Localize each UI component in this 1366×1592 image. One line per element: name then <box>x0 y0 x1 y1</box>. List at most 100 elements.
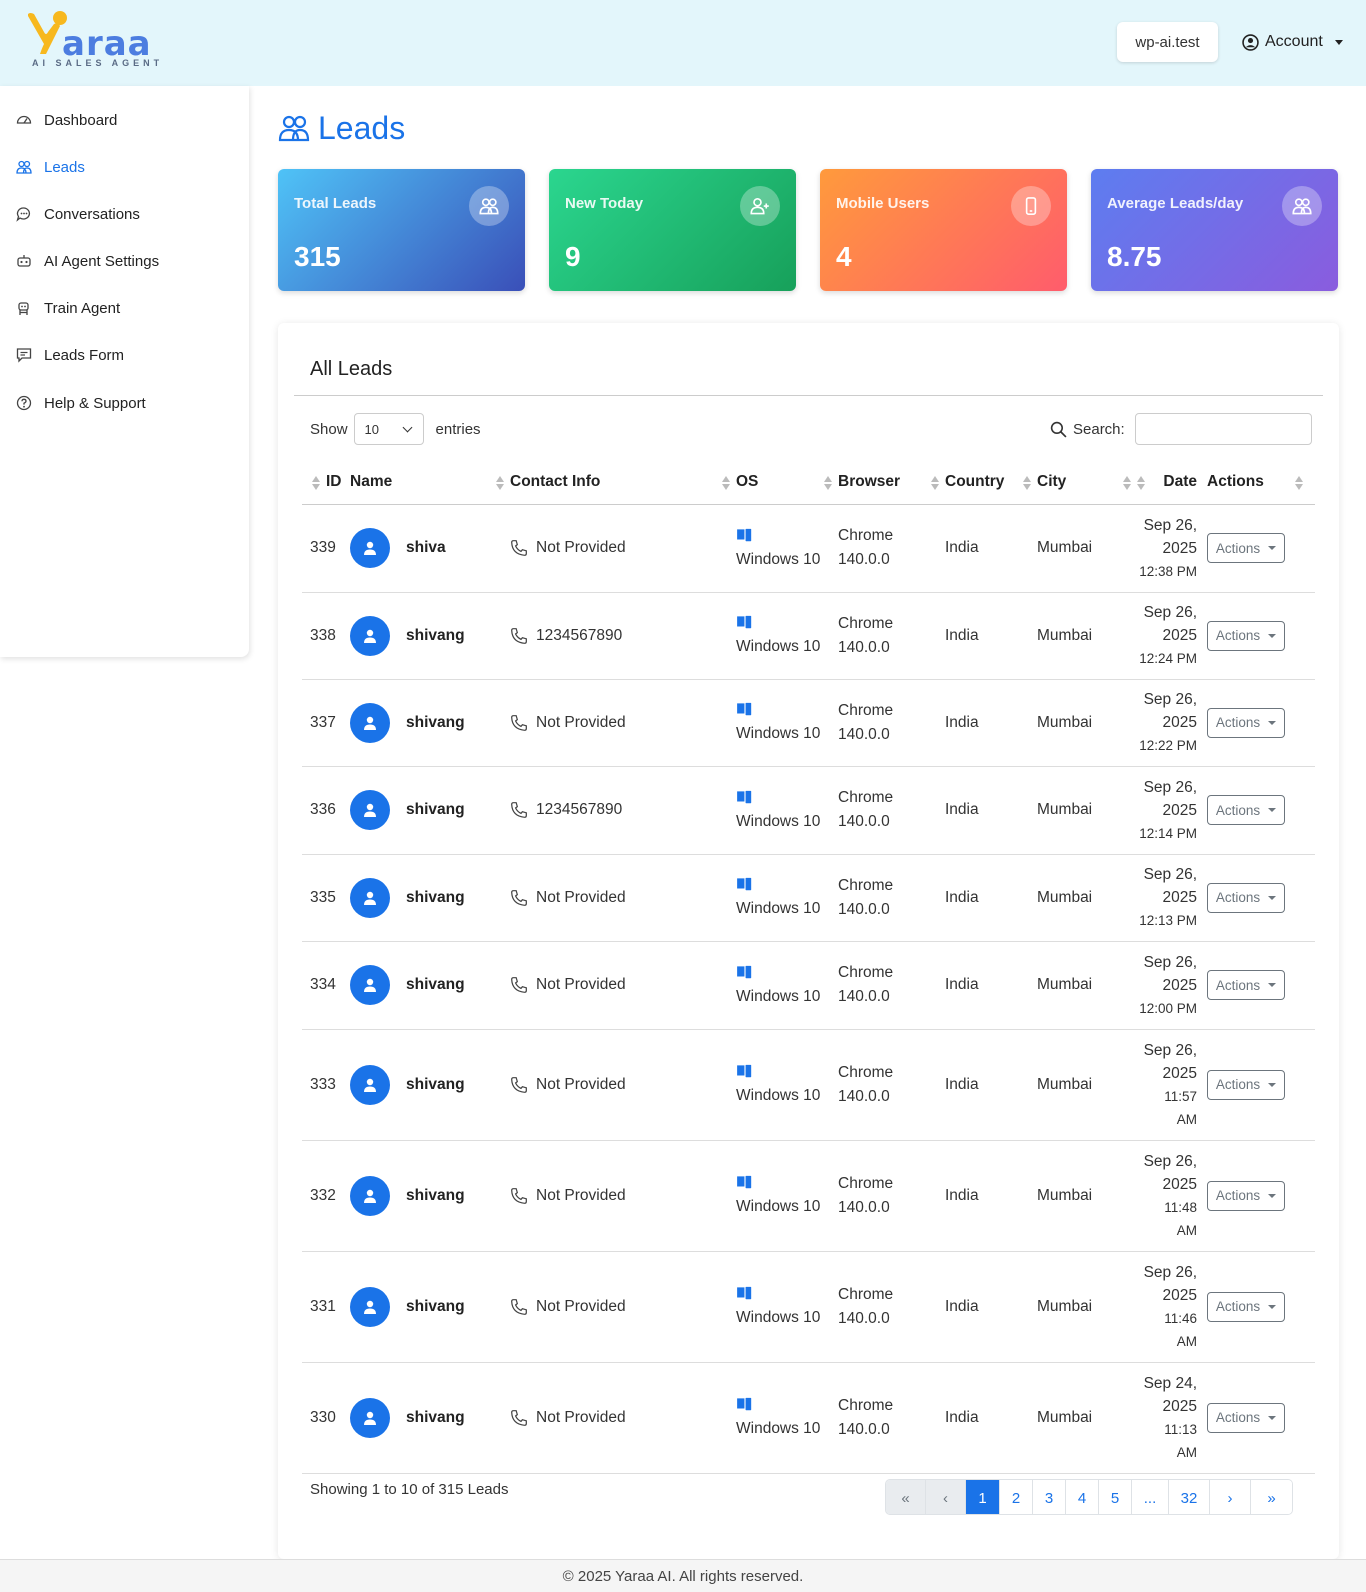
actions-dropdown-button[interactable]: Actions <box>1207 707 1285 738</box>
contact-text: Not Provided <box>536 713 626 731</box>
lead-name-text: shivang <box>406 976 465 993</box>
actions-dropdown-button[interactable]: Actions <box>1207 882 1285 913</box>
page-link[interactable]: 2 <box>1000 1480 1033 1514</box>
lead-name[interactable]: shivang <box>350 702 510 743</box>
page-link[interactable]: 1 <box>966 1480 1000 1514</box>
sidebar-item-ai-agent-settings[interactable]: AI Agent Settings <box>16 249 159 273</box>
date-day: Sep 26, <box>1143 866 1197 883</box>
column-header-browser[interactable]: Browser <box>838 460 945 505</box>
actions-label: Actions <box>1215 802 1261 818</box>
device-icon <box>737 789 753 804</box>
actions-dropdown-button[interactable]: Actions <box>1207 1069 1285 1100</box>
cell-date: Sep 26, 2025 12:00 PM <box>1137 941 1207 1030</box>
cell-country: India <box>945 504 1037 593</box>
contact-info: 1234567890 <box>510 627 736 645</box>
page-link[interactable]: 4 <box>1066 1480 1099 1514</box>
contact-info: Not Provided <box>510 1409 736 1427</box>
sidebar-item-train-agent[interactable]: Train Agent <box>16 296 120 320</box>
page-link[interactable]: 3 <box>1033 1480 1066 1514</box>
sidebar-item-label: Help & Support <box>44 394 146 412</box>
page-link[interactable]: 32 <box>1169 1480 1210 1514</box>
column-header-date[interactable]: Date <box>1137 460 1207 505</box>
lead-name[interactable]: shiva <box>350 528 510 568</box>
brand-logo[interactable]: araa AI SALES AGENT <box>26 10 159 70</box>
column-header-country[interactable]: Country <box>945 460 1037 505</box>
browser-text: Chrome <box>838 701 894 719</box>
date-day: Sep 26, <box>1143 778 1197 796</box>
help-icon <box>16 395 32 411</box>
cell-date: Sep 24, 2025 11:13 AM <box>1137 1362 1207 1474</box>
actions-dropdown-button[interactable]: Actions <box>1207 1180 1285 1211</box>
os-text: Windows 10 <box>736 812 821 830</box>
date-year: 2025 <box>1162 1286 1197 1304</box>
lead-name[interactable]: shivang <box>350 1286 510 1327</box>
lead-name[interactable]: shivang <box>350 877 510 918</box>
date-time: 11:13 <box>1164 1421 1197 1437</box>
sidebar-item-leads-form[interactable]: Leads Form <box>16 343 124 367</box>
lead-name[interactable]: shivang <box>350 790 510 830</box>
date-ampm: AM <box>1176 1222 1197 1238</box>
sidebar-item-dashboard[interactable]: Dashboard <box>16 108 117 132</box>
lead-name[interactable]: shivang <box>350 965 510 1005</box>
leads-table: ID Name Contact Info OS Browser Country … <box>302 460 1315 1474</box>
os-text: Windows 10 <box>736 1087 821 1104</box>
lead-name[interactable]: shivang <box>350 1175 510 1216</box>
contact-text: Not Provided <box>536 1408 626 1426</box>
site-button[interactable]: wp-ai.test <box>1117 22 1218 62</box>
actions-dropdown-button[interactable]: Actions <box>1207 533 1285 563</box>
page-link[interactable]: » <box>1251 1480 1292 1514</box>
lead-name-text: shivang <box>406 1186 465 1204</box>
lead-name[interactable]: shivang <box>350 615 510 656</box>
column-header-id[interactable]: ID <box>302 460 350 505</box>
account-menu[interactable]: Account <box>1242 30 1343 54</box>
date-time: 12:00 PM <box>1139 1000 1197 1016</box>
date-day: Sep 26, <box>1143 953 1197 971</box>
sidebar-item-help-support[interactable]: Help & Support <box>16 391 146 415</box>
user-icon <box>364 1300 376 1314</box>
panel-title: All Leads <box>310 358 393 380</box>
page-link[interactable]: 5 <box>1099 1480 1132 1514</box>
browser-text: Chrome <box>838 1285 894 1303</box>
actions-dropdown-button[interactable]: Actions <box>1207 620 1285 651</box>
page-length-value: 10 <box>364 421 379 437</box>
chat-icon <box>16 207 30 222</box>
page-link[interactable]: › <box>1210 1480 1251 1514</box>
sort-icon <box>1123 476 1131 490</box>
date-time: 12:24 PM <box>1139 651 1197 666</box>
sort-icon <box>1137 476 1145 490</box>
page-link: « <box>886 1480 926 1514</box>
actions-dropdown-button[interactable]: Actions <box>1207 1402 1285 1433</box>
actions-dropdown-button[interactable]: Actions <box>1207 970 1285 1000</box>
leads-panel: All Leads Show 10 entries Search: ID Nam… <box>278 323 1339 1559</box>
column-header-name[interactable]: Name <box>350 460 510 505</box>
page-length-select[interactable]: 10 <box>353 413 424 445</box>
brand-tagline: AI SALES AGENT <box>32 58 164 68</box>
cell-date: Sep 26, 2025 12:22 PM <box>1137 679 1207 767</box>
page-link[interactable]: ... <box>1132 1480 1169 1514</box>
chevron-down-icon <box>402 422 412 433</box>
user-icon <box>364 1078 376 1092</box>
avatar <box>350 1397 390 1438</box>
actions-dropdown-button[interactable]: Actions <box>1207 1291 1285 1322</box>
sidebar-item-leads[interactable]: Leads <box>16 155 85 179</box>
cell-city: Mumbai <box>1037 592 1137 680</box>
user-icon <box>364 1411 376 1425</box>
lead-name[interactable]: shivang <box>350 1064 510 1105</box>
lead-name[interactable]: shivang <box>350 1397 510 1438</box>
caret-down-icon <box>1268 720 1277 725</box>
column-header-actions[interactable]: Actions <box>1207 460 1315 505</box>
date-year: 2025 <box>1162 889 1197 906</box>
search-input[interactable] <box>1134 413 1312 445</box>
cell-date: Sep 26, 2025 11:46 AM <box>1137 1251 1207 1363</box>
column-header-os[interactable]: OS <box>736 460 838 505</box>
date-year: 2025 <box>1162 976 1197 994</box>
column-header-contact[interactable]: Contact Info <box>510 460 736 505</box>
actions-dropdown-button[interactable]: Actions <box>1207 795 1285 825</box>
device-icon <box>737 1285 753 1301</box>
date-day: Sep 26, <box>1143 1041 1197 1059</box>
stat-value: 8.75 <box>1107 241 1162 272</box>
sidebar-item-label: Leads <box>44 158 85 176</box>
column-header-city[interactable]: City <box>1037 460 1137 505</box>
sidebar-item-conversations[interactable]: Conversations <box>16 202 140 226</box>
stat-value: 9 <box>565 241 581 272</box>
